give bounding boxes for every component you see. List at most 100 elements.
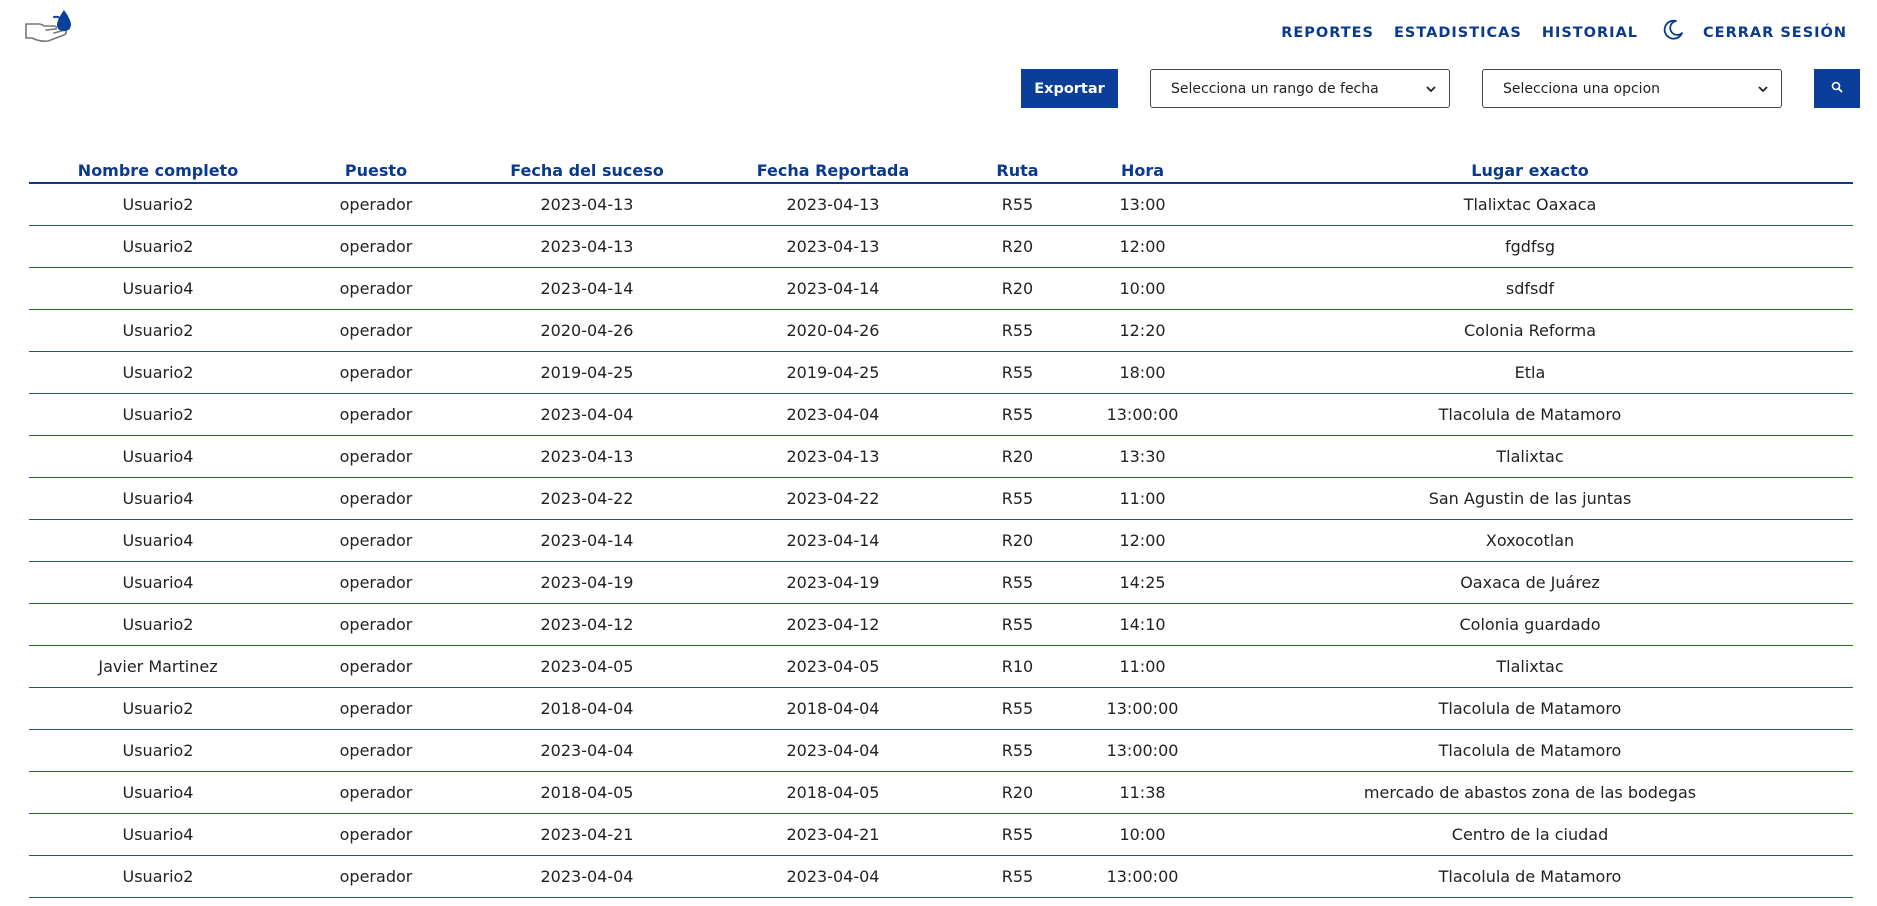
table-body: Usuario2 operador 2023-04-13 2023-04-13 R55 1… — [29, 183, 1853, 898]
cell-ruta: R55 — [957, 561, 1078, 604]
column-header-fecha-reportada: Fecha Reportada — [709, 152, 957, 184]
hand-with-droplet-logo-icon — [25, 10, 71, 42]
cell-nombre: Usuario2 — [29, 351, 287, 394]
cell-hora: 11:00 — [1078, 477, 1207, 520]
cell-nombre: Usuario4 — [29, 519, 287, 562]
cell-nombre: Usuario2 — [29, 225, 287, 268]
cell-hora: 10:00 — [1078, 267, 1207, 310]
cell-fecha-suceso: 2023-04-19 — [465, 561, 709, 604]
cell-fecha-reportada: 2023-04-13 — [709, 183, 957, 226]
cell-lugar: Tlacolula de Matamoro — [1207, 729, 1853, 772]
table-row[interactable]: Usuario4 operador 2023-04-14 2023-04-14 R20 1… — [29, 519, 1853, 562]
nav-historial-link[interactable]: HISTORIAL — [1542, 25, 1638, 41]
cell-puesto: operador — [287, 519, 465, 562]
cell-puesto: operador — [287, 477, 465, 520]
table-row[interactable]: Javier Martinez operador 2023-04-05 2023-04… — [29, 645, 1853, 688]
cell-ruta: R20 — [957, 771, 1078, 814]
logo[interactable] — [24, 8, 74, 46]
table-row[interactable]: Usuario4 operador 2023-04-21 2023-04-21 R55 1… — [29, 813, 1853, 856]
column-header-puesto: Puesto — [287, 152, 465, 184]
cell-lugar: mercado de abastos zona de las bodegas — [1207, 771, 1853, 814]
cell-nombre: Usuario2 — [29, 603, 287, 646]
cell-fecha-suceso: 2018-04-04 — [465, 687, 709, 730]
cell-nombre: Usuario2 — [29, 687, 287, 730]
cell-fecha-suceso: 2023-04-04 — [465, 729, 709, 772]
cell-hora: 14:25 — [1078, 561, 1207, 604]
cell-fecha-suceso: 2023-04-13 — [465, 225, 709, 268]
cell-fecha-reportada: 2018-04-04 — [709, 687, 957, 730]
cell-fecha-suceso: 2023-04-13 — [465, 435, 709, 478]
cell-hora: 13:00:00 — [1078, 855, 1207, 898]
chevron-down-icon — [1757, 83, 1769, 95]
nav-estadisticas-link[interactable]: ESTADISTICAS — [1394, 25, 1522, 41]
cell-nombre: Usuario2 — [29, 393, 287, 436]
cell-puesto: operador — [287, 687, 465, 730]
cell-fecha-suceso: 2023-04-14 — [465, 519, 709, 562]
cell-puesto: operador — [287, 309, 465, 352]
option-select[interactable]: Selecciona una opcion — [1482, 69, 1782, 108]
cell-fecha-suceso: 2023-04-04 — [465, 855, 709, 898]
moon-icon[interactable] — [1661, 18, 1685, 42]
table-row[interactable]: Usuario4 operador 2023-04-13 2023-04-13 R20 1… — [29, 435, 1853, 478]
cell-fecha-reportada: 2023-04-22 — [709, 477, 957, 520]
table-row[interactable]: Usuario2 operador 2023-04-04 2023-04-04 R55 1… — [29, 393, 1853, 436]
export-button[interactable]: Exportar — [1021, 69, 1118, 108]
cell-lugar: Tlacolula de Matamoro — [1207, 855, 1853, 898]
logout-link[interactable]: CERRAR SESIÓN — [1703, 25, 1847, 41]
table-row[interactable]: Usuario4 operador 2023-04-22 2023-04-22 R55 1… — [29, 477, 1853, 520]
cell-ruta: R20 — [957, 435, 1078, 478]
cell-hora: 12:00 — [1078, 225, 1207, 268]
cell-lugar: sdfsdf — [1207, 267, 1853, 310]
table-header-row: Nombre completo Puesto Fecha del suceso Fec… — [29, 152, 1853, 184]
cell-hora: 18:00 — [1078, 351, 1207, 394]
search-button[interactable] — [1814, 69, 1860, 108]
cell-fecha-suceso: 2023-04-13 — [465, 183, 709, 226]
cell-nombre: Usuario2 — [29, 183, 287, 226]
cell-fecha-suceso: 2023-04-21 — [465, 813, 709, 856]
cell-fecha-reportada: 2023-04-04 — [709, 393, 957, 436]
cell-ruta: R55 — [957, 477, 1078, 520]
table-row[interactable]: Usuario2 operador 2023-04-12 2023-04-12 R55 1… — [29, 603, 1853, 646]
cell-nombre: Usuario4 — [29, 813, 287, 856]
table-row[interactable]: Usuario2 operador 2020-04-26 2020-04-26 R55 1… — [29, 309, 1853, 352]
cell-hora: 12:00 — [1078, 519, 1207, 562]
cell-fecha-suceso: 2023-04-04 — [465, 393, 709, 436]
cell-puesto: operador — [287, 561, 465, 604]
table-row[interactable]: Usuario4 operador 2018-04-05 2018-04-05 R20 1… — [29, 771, 1853, 814]
cell-lugar: Tlacolula de Matamoro — [1207, 393, 1853, 436]
cell-puesto: operador — [287, 855, 465, 898]
cell-ruta: R20 — [957, 519, 1078, 562]
cell-lugar: Colonia guardado — [1207, 603, 1853, 646]
table-row[interactable]: Usuario2 operador 2023-04-04 2023-04-04 R55 1… — [29, 729, 1853, 772]
table-row[interactable]: Usuario4 operador 2023-04-14 2023-04-14 R20 1… — [29, 267, 1853, 310]
cell-fecha-reportada: 2023-04-21 — [709, 813, 957, 856]
chevron-down-icon — [1425, 83, 1437, 95]
cell-fecha-suceso: 2023-04-14 — [465, 267, 709, 310]
cell-hora: 13:00:00 — [1078, 729, 1207, 772]
cell-puesto: operador — [287, 645, 465, 688]
table-row[interactable]: Usuario2 operador 2023-04-13 2023-04-13 R20 1… — [29, 225, 1853, 268]
table-row[interactable]: Usuario2 operador 2023-04-13 2023-04-13 R55 1… — [29, 183, 1853, 226]
table-row[interactable]: Usuario4 operador 2023-04-19 2023-04-19 R55 1… — [29, 561, 1853, 604]
cell-hora: 11:00 — [1078, 645, 1207, 688]
cell-ruta: R55 — [957, 351, 1078, 394]
cell-puesto: operador — [287, 267, 465, 310]
table-row[interactable]: Usuario2 operador 2023-04-04 2023-04-04 R55 1… — [29, 855, 1853, 898]
cell-hora: 12:20 — [1078, 309, 1207, 352]
cell-lugar: Tlalixtac Oaxaca — [1207, 183, 1853, 226]
nav-reportes-link[interactable]: REPORTES — [1281, 25, 1374, 41]
cell-nombre: Usuario4 — [29, 435, 287, 478]
cell-ruta: R20 — [957, 267, 1078, 310]
cell-hora: 13:00:00 — [1078, 687, 1207, 730]
date-range-select[interactable]: Selecciona un rango de fecha — [1150, 69, 1450, 108]
cell-ruta: R55 — [957, 393, 1078, 436]
cell-nombre: Usuario2 — [29, 729, 287, 772]
table-row[interactable]: Usuario2 operador 2019-04-25 2019-04-25 R55 1… — [29, 351, 1853, 394]
table-row[interactable]: Usuario2 operador 2018-04-04 2018-04-04 R55 1… — [29, 687, 1853, 730]
column-header-lugar: Lugar exacto — [1207, 152, 1853, 184]
cell-hora: 14:10 — [1078, 603, 1207, 646]
cell-ruta: R55 — [957, 183, 1078, 226]
cell-fecha-suceso: 2019-04-25 — [465, 351, 709, 394]
cell-ruta: R55 — [957, 687, 1078, 730]
cell-hora: 13:00 — [1078, 183, 1207, 226]
